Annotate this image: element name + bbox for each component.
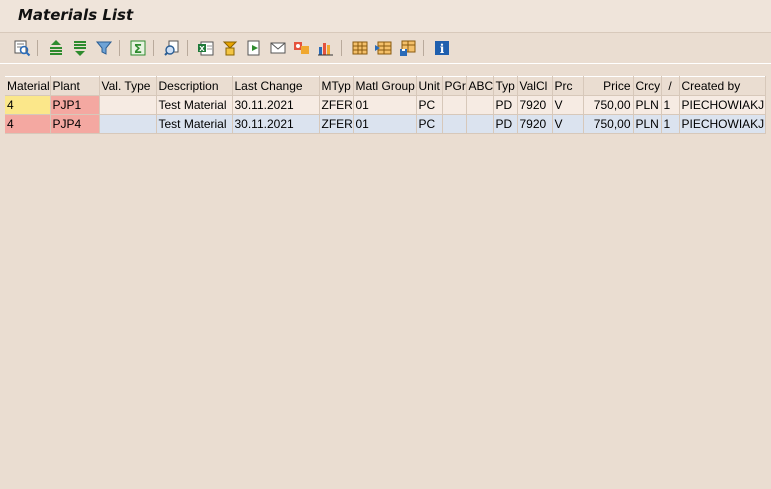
title-bar: Materials List [0,0,771,33]
table-cell[interactable]: 4 [5,95,51,115]
column-header[interactable]: Created by [679,76,766,96]
table-cell[interactable]: PJP4 [50,114,100,134]
alv-toolbar: Σ X i [0,33,771,64]
table-cell[interactable]: PLN [633,95,662,115]
column-header[interactable]: Description [156,76,233,96]
table-cell[interactable]: Test Material [156,95,233,115]
table-cell[interactable]: 30.11.2021 [232,114,320,134]
table-cell[interactable]: 30.11.2021 [232,95,320,115]
materials-table: Material Plant Val. Type Description Las… [5,76,766,134]
word-processing-icon[interactable] [220,38,240,58]
table-row[interactable]: 4 PJP4 Test Material 30.11.2021 ZFER 01 … [5,114,766,134]
column-header[interactable]: Material [5,76,51,96]
table-cell[interactable]: 4 [5,114,51,134]
table-cell[interactable]: 1 [661,95,680,115]
table-cell[interactable]: PD [493,95,518,115]
table-cell[interactable] [442,95,467,115]
table-cell[interactable]: PD [493,114,518,134]
table-cell[interactable]: PJP1 [50,95,100,115]
table-cell[interactable]: ZFER [319,114,354,134]
table-cell[interactable] [442,114,467,134]
column-header[interactable]: Val. Type [99,76,157,96]
table-cell[interactable]: PC [416,95,443,115]
column-header[interactable]: MTyp [319,76,354,96]
graphic-icon[interactable] [316,38,336,58]
column-header[interactable]: Typ [493,76,518,96]
column-header[interactable]: Prc [552,76,584,96]
table-cell[interactable]: V [552,114,584,134]
table-cell[interactable]: 750,00 [583,95,634,115]
abc-analysis-icon[interactable] [292,38,312,58]
table-cell[interactable] [466,114,494,134]
table-cell[interactable]: ZFER [319,95,354,115]
column-header[interactable]: Unit [416,76,443,96]
column-header[interactable]: ValCl [517,76,553,96]
table-cell[interactable]: PLN [633,114,662,134]
change-layout-icon[interactable] [350,38,370,58]
table-row[interactable]: 4 PJP1 Test Material 30.11.2021 ZFER 01 … [5,95,766,115]
information-icon[interactable]: i [432,38,452,58]
sort-descending-icon[interactable] [70,38,90,58]
table-cell[interactable]: 01 [353,95,417,115]
table-header-row: Material Plant Val. Type Description Las… [5,76,766,96]
table-cell[interactable] [99,114,157,134]
local-file-icon[interactable] [244,38,264,58]
column-header[interactable]: PGr [442,76,467,96]
table-cell[interactable]: PIECHOWIAKJ [679,114,766,134]
materials-grid: Material Plant Val. Type Description Las… [5,76,766,134]
svg-text:X: X [199,45,205,53]
table-cell[interactable]: 7920 [517,95,553,115]
table-cell[interactable] [99,95,157,115]
table-cell[interactable]: Test Material [156,114,233,134]
column-header[interactable]: Price [583,76,634,96]
table-cell[interactable]: 7920 [517,114,553,134]
column-header[interactable]: Plant [50,76,100,96]
table-cell[interactable]: 750,00 [583,114,634,134]
send-icon[interactable] [268,38,288,58]
filter-icon[interactable] [94,38,114,58]
save-layout-icon[interactable] [398,38,418,58]
column-header[interactable]: Crcy [633,76,662,96]
sort-ascending-icon[interactable] [46,38,66,58]
column-header[interactable]: / [661,76,680,96]
column-header[interactable]: Last Change [232,76,320,96]
table-cell[interactable]: PIECHOWIAKJ [679,95,766,115]
print-preview-icon[interactable] [162,38,182,58]
total-icon[interactable]: Σ [128,38,148,58]
details-icon[interactable] [12,38,32,58]
table-cell[interactable]: 01 [353,114,417,134]
table-cell[interactable]: PC [416,114,443,134]
export-spreadsheet-icon[interactable]: X [196,38,216,58]
column-header[interactable]: ABC [466,76,494,96]
svg-text:Σ: Σ [134,42,142,56]
table-cell[interactable] [466,95,494,115]
page-title: Materials List [18,6,134,24]
svg-text:i: i [440,42,445,56]
table-cell[interactable]: 1 [661,114,680,134]
column-header[interactable]: Matl Group [353,76,417,96]
select-layout-icon[interactable] [374,38,394,58]
table-cell[interactable]: V [552,95,584,115]
